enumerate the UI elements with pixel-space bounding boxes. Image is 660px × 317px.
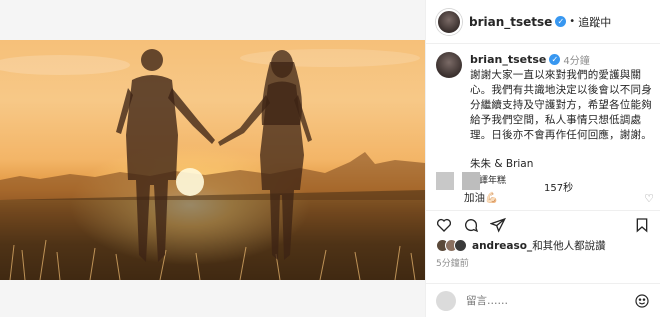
- caption-header: brian_tsetse ✓ 4分鐘: [470, 52, 654, 67]
- sunset-couple-illustration: [0, 49, 425, 280]
- post-header: brian_tsetse ✓ • 追蹤中: [426, 0, 660, 44]
- author-username[interactable]: brian_tsetse: [469, 15, 552, 29]
- liker-avatar[interactable]: [454, 239, 467, 252]
- caption-author-avatar[interactable]: [436, 52, 462, 78]
- post-sidebar: brian_tsetse ✓ • 追蹤中 brian_tsetse ✓ 4分鐘 …: [426, 0, 660, 317]
- comment-time: 157秒: [544, 183, 574, 194]
- caption-username[interactable]: brian_tsetse: [470, 53, 546, 66]
- paper-plane-icon[interactable]: [490, 217, 506, 233]
- comment-author-placeholder[interactable]: [462, 172, 480, 190]
- comment-input[interactable]: [466, 294, 626, 307]
- comment-avatar-placeholder[interactable]: [436, 172, 454, 190]
- caption-time: 4分鐘: [563, 56, 590, 67]
- post-photo[interactable]: [0, 40, 425, 280]
- author-avatar[interactable]: [436, 8, 462, 35]
- comment-text: 加油💪🏻: [464, 192, 499, 204]
- comment-bubble-icon[interactable]: [463, 217, 479, 233]
- likes-suffix: 和其他人都說讚: [532, 240, 606, 252]
- heart-icon[interactable]: [436, 217, 452, 233]
- caption-body: brian_tsetse ✓ 4分鐘 謝謝大家一直以來對我們的愛護與關心。我們有…: [470, 52, 654, 186]
- smiley-icon[interactable]: [634, 293, 650, 309]
- verified-badge-icon: ✓: [555, 16, 567, 27]
- likes-text[interactable]: andreaso_和其他人都說讚: [472, 238, 606, 253]
- caption-signature: 朱朱 & Brian: [470, 158, 534, 170]
- caption-text: 謝謝大家一直以來對我們的愛護與關心。我們有共識地決定以後會以不同身分繼續支持及守…: [470, 69, 652, 141]
- post-timestamp: 5分鐘前: [436, 259, 469, 269]
- likes-summary: andreaso_和其他人都說讚: [436, 238, 606, 253]
- bookmark-icon[interactable]: [634, 217, 650, 233]
- liker-username[interactable]: andreaso_: [472, 240, 532, 252]
- header-separator: •: [569, 16, 576, 27]
- caption-verified-badge-icon: ✓: [549, 54, 561, 65]
- comment-like-heart-icon[interactable]: ♡: [644, 192, 654, 205]
- following-button[interactable]: 追蹤中: [578, 14, 611, 30]
- add-comment-bar: [426, 283, 660, 317]
- post-image-pane: [0, 0, 425, 317]
- current-user-avatar: [436, 290, 456, 311]
- post-caption: brian_tsetse ✓ 4分鐘 謝謝大家一直以來對我們的愛護與關心。我們有…: [436, 52, 654, 186]
